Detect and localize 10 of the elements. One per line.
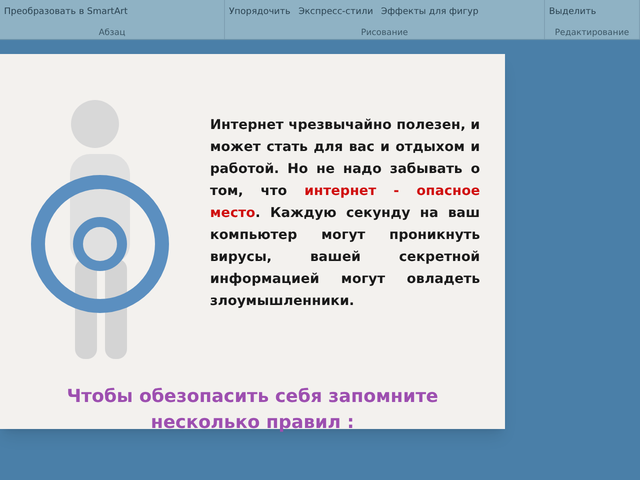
ribbon-button[interactable]: Экспресс-стили — [298, 6, 374, 20]
slide-heading: Чтобы обезопасить себя запомните несколько правил : — [66, 385, 440, 435]
group-label: Рисование — [360, 27, 410, 39]
ribbon-button[interactable]: Упорядочить — [229, 6, 290, 20]
body-paragraph: Интернет чрезвычайно полезен, и может стать для вас и отдыхом и работой. Но не надо забывать о том, что интернет - опасное место. Каждую секунду на ваш компьютер могут проникнуть вирусы, вашей секретной информацией могут овладеть злоумышленники. — [210, 116, 480, 311]
ribbon-button[interactable]: Преобразовать в SmartArt — [4, 6, 128, 20]
group-label: Редактирование — [554, 27, 630, 39]
ribbon-button[interactable]: Выделить — [549, 6, 596, 20]
ribbon-button[interactable]: Эффекты для фигур — [381, 6, 478, 20]
group-label: Абзац — [98, 27, 126, 39]
